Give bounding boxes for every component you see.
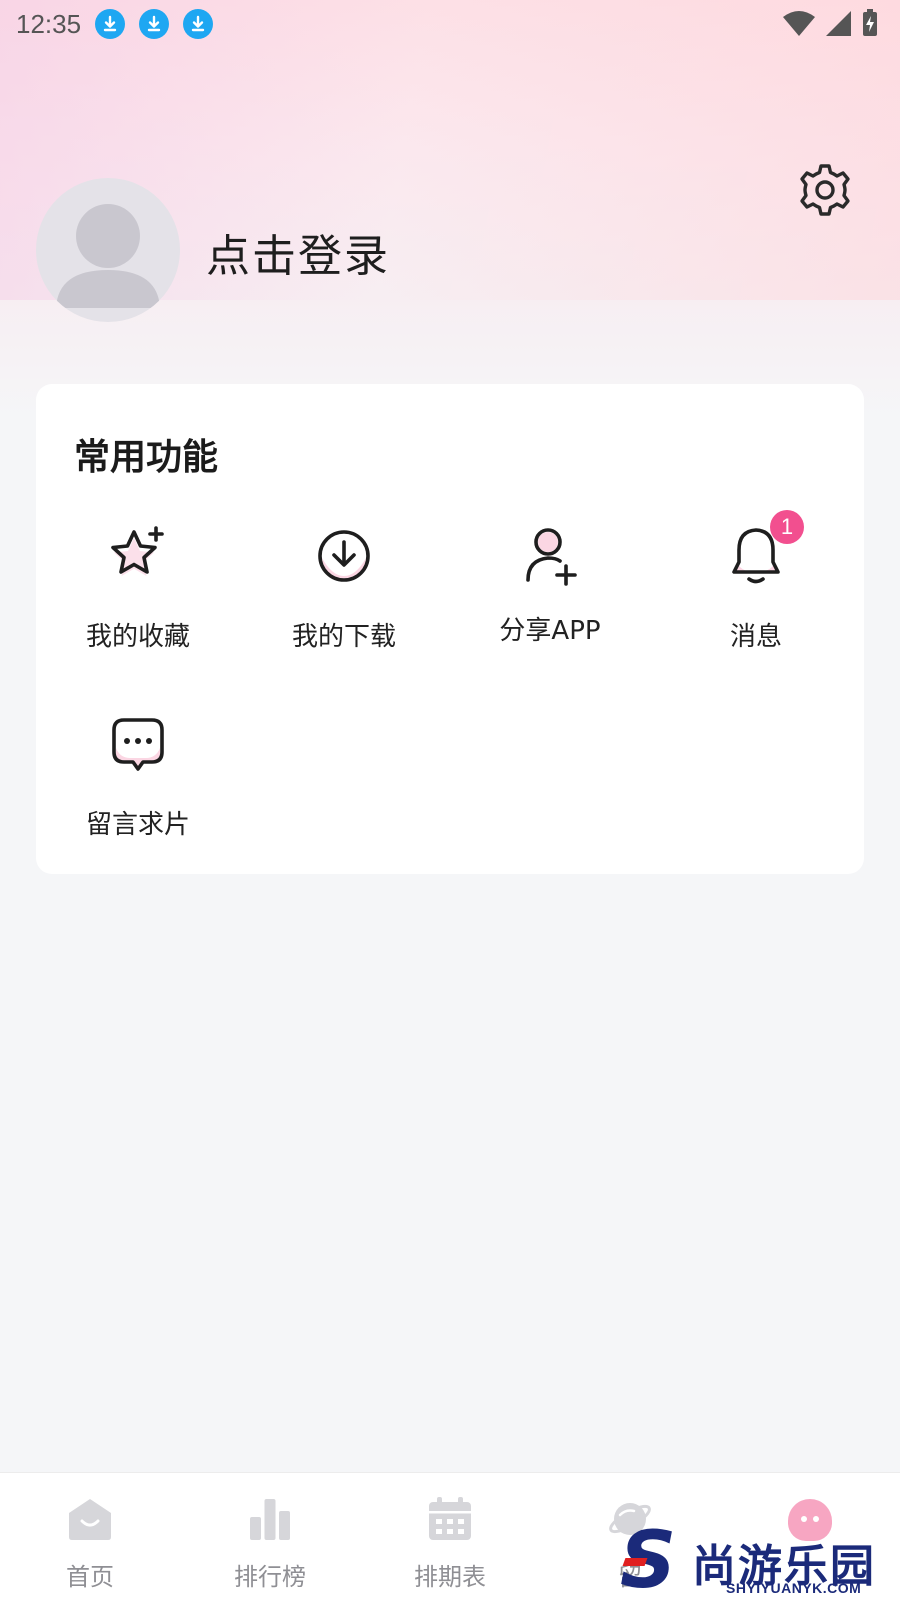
nav-schedule-label: 排期表 (414, 1563, 486, 1591)
messages-label: 消息 (729, 622, 782, 652)
home-icon (69, 1499, 111, 1540)
download-circle-icon (318, 530, 370, 582)
nav-home-label: 首页 (66, 1563, 114, 1591)
nav-home[interactable]: 首页 (0, 1473, 180, 1600)
download-icon (139, 9, 170, 39)
bar-chart-icon (250, 1499, 290, 1540)
gear-icon (800, 164, 850, 216)
avatar[interactable] (36, 178, 180, 322)
messages-button[interactable]: 1 消息 (666, 510, 846, 674)
watermark-logo: S 尚游乐园 SHYIYUANYK.COM (620, 1522, 900, 1600)
settings-button[interactable] (795, 160, 855, 220)
request-movie-button[interactable]: 留言求片 (48, 712, 228, 862)
chat-bubble-icon (112, 718, 164, 771)
nav-ranking[interactable]: 排行榜 (180, 1473, 360, 1600)
status-time: 12:35 (16, 8, 82, 39)
user-plus-icon (526, 528, 577, 586)
request-movie-label: 留言求片 (85, 810, 190, 840)
download-icon (183, 9, 214, 39)
card-title: 常用功能 (74, 437, 219, 478)
watermark-accent (622, 1558, 648, 1566)
download-icon (95, 9, 126, 39)
wifi-icon (783, 11, 815, 36)
downloads-label: 我的下载 (291, 622, 396, 652)
favorites-label: 我的收藏 (85, 622, 190, 652)
calendar-icon (429, 1497, 471, 1540)
battery-charging-icon (863, 9, 877, 36)
login-link[interactable]: 点击登录 (206, 220, 390, 284)
status-icons (782, 8, 880, 38)
favorites-button[interactable]: 我的收藏 (48, 524, 228, 674)
share-app-label: 分享APP (499, 616, 601, 646)
share-app-button[interactable]: 分享APP (460, 524, 640, 674)
star-plus-icon (111, 526, 164, 576)
status-bar: 12:35 (0, 0, 900, 48)
signal-icon (826, 11, 851, 36)
default-avatar-icon (56, 204, 160, 308)
message-count-badge: 1 (770, 510, 804, 544)
downloads-button[interactable]: 我的下载 (254, 524, 434, 674)
common-functions-card: 常用功能 我的收藏 我的下载 分享APP 1 消息 留言求片 (36, 384, 864, 874)
nav-schedule[interactable]: 排期表 (360, 1473, 540, 1600)
watermark-url: SHYIYUANYK.COM (726, 1580, 862, 1596)
nav-ranking-label: 排行榜 (234, 1563, 306, 1591)
